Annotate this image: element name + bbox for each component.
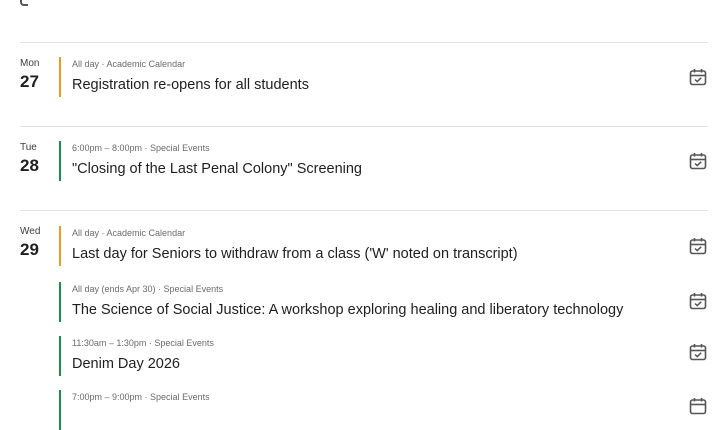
divider — [20, 126, 708, 127]
event-title[interactable]: Denim Day 2026 — [72, 355, 180, 373]
event-category: Special Events — [154, 338, 214, 348]
event-title[interactable]: Last day for Seniors to withdraw from a … — [72, 245, 518, 263]
calendar-add-icon[interactable] — [688, 67, 708, 87]
event-meta: All day (ends Apr 30) · Special Events — [72, 284, 224, 294]
event-title[interactable]: "Closing of the Last Penal Colony" Scree… — [72, 160, 362, 178]
day-number: 27 — [20, 72, 39, 91]
day-of-week: Mon — [20, 58, 40, 69]
divider — [20, 210, 708, 211]
category-color-bar — [59, 390, 61, 430]
calendar-add-icon[interactable] — [688, 236, 708, 256]
category-color-bar — [59, 336, 61, 376]
calendar-add-icon[interactable] — [688, 396, 708, 416]
divider — [20, 42, 708, 43]
day-header-tue: Tue 28 — [20, 142, 60, 176]
event-category: Special Events — [163, 284, 224, 294]
event-time: 7:00pm – 9:00pm — [72, 392, 143, 402]
event-meta: All day · Academic Calendar — [72, 228, 186, 238]
event-item[interactable]: 7:00pm – 9:00pm · Special Events — [59, 390, 679, 430]
calendar-add-icon[interactable] — [688, 151, 708, 171]
day-header-wed: Wed 29 — [20, 226, 60, 260]
back-arrow-icon[interactable] — [20, 0, 28, 6]
day-number: 29 — [20, 240, 39, 259]
event-item[interactable]: All day (ends Apr 30) · Special Events T… — [59, 282, 679, 322]
event-time: 11:30am – 1:30pm — [72, 338, 147, 348]
event-title[interactable]: The Science of Social Justice: A worksho… — [72, 301, 623, 319]
event-title[interactable]: Registration re-opens for all students — [72, 76, 309, 94]
day-number: 28 — [20, 156, 39, 175]
event-item[interactable]: 11:30am – 1:30pm · Special Events Denim … — [59, 336, 679, 376]
event-item[interactable]: 6:00pm – 8:00pm · Special Events "Closin… — [59, 141, 679, 181]
category-color-bar — [59, 282, 61, 322]
event-category: Academic Calendar — [106, 59, 186, 69]
event-meta: 11:30am – 1:30pm · Special Events — [72, 338, 214, 348]
day-of-week: Tue — [20, 142, 37, 153]
event-meta: All day · Academic Calendar — [72, 59, 186, 69]
event-time: 6:00pm – 8:00pm — [72, 143, 143, 153]
calendar-add-icon[interactable] — [688, 291, 708, 311]
day-of-week: Wed — [20, 226, 41, 237]
event-category: Special Events — [150, 143, 210, 153]
event-category: Special Events — [150, 392, 210, 402]
category-color-bar — [59, 141, 61, 181]
event-meta: 7:00pm – 9:00pm · Special Events — [72, 392, 210, 402]
category-color-bar — [59, 226, 61, 266]
event-time: All day — [72, 228, 100, 238]
day-header-mon: Mon 27 — [20, 58, 60, 92]
event-item[interactable]: All day · Academic Calendar Registration… — [59, 57, 679, 97]
events-list: Mon 27 All day · Academic Calendar Regis… — [0, 0, 728, 430]
event-meta: 6:00pm – 8:00pm · Special Events — [72, 143, 210, 153]
event-item[interactable]: All day · Academic Calendar Last day for… — [59, 226, 679, 266]
event-time: All day (ends Apr 30) — [72, 284, 156, 294]
event-category: Academic Calendar — [106, 228, 186, 238]
event-time: All day — [72, 59, 100, 69]
calendar-add-icon[interactable] — [688, 342, 708, 362]
category-color-bar — [59, 57, 61, 97]
